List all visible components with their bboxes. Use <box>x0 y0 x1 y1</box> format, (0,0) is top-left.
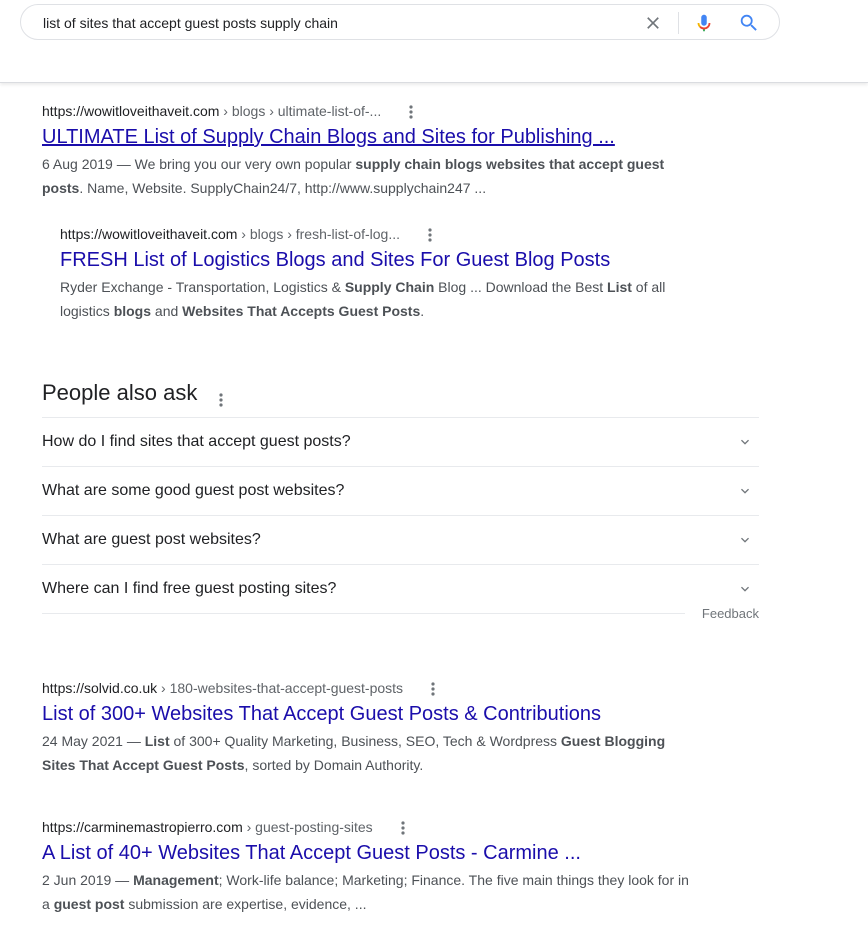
snippet-text: , sorted by Domain Authority. <box>244 757 424 773</box>
search-result: https://solvid.co.uk › 180-websites-that… <box>42 678 672 777</box>
search-input[interactable] <box>43 13 623 33</box>
more-options-icon[interactable] <box>425 681 441 697</box>
result-breadcrumb: › 180-websites-that-accept-guest-posts <box>157 680 404 696</box>
paa-question-text: How do I find sites that accept guest po… <box>42 433 351 450</box>
result-snippet: 6 Aug 2019 — We bring you our very own p… <box>42 152 692 200</box>
more-options-icon[interactable] <box>395 820 411 836</box>
search-result-indented: https://wowitloveithaveit.com › blogs › … <box>60 224 700 323</box>
snippet-highlight: Websites That Accepts Guest Posts <box>182 303 421 319</box>
more-options-icon[interactable] <box>422 227 438 243</box>
result-snippet: 24 May 2021 — List of 300+ Quality Marke… <box>42 729 672 777</box>
paa-question-text: What are guest post websites? <box>42 531 261 548</box>
snippet-highlight: Management <box>133 872 219 888</box>
paa-question[interactable]: Where can I find free guest posting site… <box>42 564 759 613</box>
search-header <box>0 0 868 83</box>
result-title-link[interactable]: A List of 40+ Websites That Accept Guest… <box>42 840 692 866</box>
paa-question-text: What are some good guest post websites? <box>42 482 345 499</box>
result-breadcrumb: › guest-posting-sites <box>242 819 373 835</box>
result-domain: https://solvid.co.uk <box>42 680 158 696</box>
result-snippet: 2 Jun 2019 — Management; Work-life balan… <box>42 868 692 916</box>
paa-footer: Feedback <box>42 606 759 638</box>
snippet-text: and <box>151 303 183 319</box>
microphone-icon <box>697 14 711 32</box>
more-options-icon[interactable] <box>213 386 229 407</box>
search-result: https://carminemastropierro.com › guest-… <box>42 817 692 916</box>
close-icon <box>647 17 659 29</box>
result-breadcrumb: › blogs › ultimate-list-of-... <box>219 103 382 119</box>
snippet-highlight: List <box>144 733 170 749</box>
snippet-highlight: blogs <box>113 303 152 319</box>
chevron-down-icon <box>741 488 749 494</box>
result-url[interactable]: https://carminemastropierro.com › guest-… <box>42 817 692 837</box>
snippet-highlight: List <box>607 279 632 295</box>
result-title-link[interactable]: ULTIMATE List of Supply Chain Blogs and … <box>42 124 692 150</box>
snippet-text: . <box>420 303 425 319</box>
snippet-text: Ryder Exchange - Transportation, Logisti… <box>60 279 345 295</box>
voice-search-button[interactable] <box>693 12 715 34</box>
search-box-divider <box>678 12 679 34</box>
chevron-down-icon <box>741 537 749 543</box>
snippet-text: submission are expertise, evidence, ... <box>124 896 367 912</box>
snippet-highlight: Supply Chain <box>344 279 435 295</box>
search-box <box>20 4 780 40</box>
snippet-text: . Name, Website. SupplyChain24/7, http:/… <box>79 180 487 196</box>
people-also-ask-heading: People also ask <box>42 378 759 408</box>
search-icon <box>740 14 757 31</box>
result-url[interactable]: https://wowitloveithaveit.com › blogs › … <box>60 224 700 244</box>
paa-question-text: Where can I find free guest posting site… <box>42 580 337 597</box>
result-snippet: Ryder Exchange - Transportation, Logisti… <box>60 275 700 323</box>
result-domain: https://carminemastropierro.com <box>42 819 243 835</box>
paa-question[interactable]: What are guest post websites? <box>42 515 759 564</box>
clear-search-button[interactable] <box>643 13 663 33</box>
result-title-link[interactable]: FRESH List of Logistics Blogs and Sites … <box>60 247 700 273</box>
search-submit-button[interactable] <box>738 12 760 34</box>
chevron-down-icon <box>741 586 749 592</box>
result-url[interactable]: https://solvid.co.uk › 180-websites-that… <box>42 678 672 698</box>
snippet-text: Blog ... Download the Best <box>434 279 608 295</box>
paa-question[interactable]: What are some good guest post websites? <box>42 466 759 515</box>
people-also-ask-title: People also ask <box>42 380 198 405</box>
paa-question[interactable]: How do I find sites that accept guest po… <box>42 417 759 466</box>
snippet-text: of 300+ Quality Marketing, Business, SEO… <box>169 733 561 749</box>
result-url[interactable]: https://wowitloveithaveit.com › blogs › … <box>42 101 692 121</box>
result-title-link[interactable]: List of 300+ Websites That Accept Guest … <box>42 701 672 727</box>
feedback-link[interactable]: Feedback <box>702 606 759 621</box>
more-options-icon[interactable] <box>403 104 419 120</box>
result-domain: https://wowitloveithaveit.com <box>60 226 238 242</box>
snippet-text: 2 Jun 2019 — <box>42 872 134 888</box>
snippet-text: 6 Aug 2019 — We bring you our very own p… <box>42 156 356 172</box>
search-result: https://wowitloveithaveit.com › blogs › … <box>42 101 692 200</box>
snippet-text: 24 May 2021 — <box>42 733 145 749</box>
chevron-down-icon <box>741 439 749 445</box>
people-also-ask: People also ask How do I find sites that… <box>42 378 759 638</box>
result-breadcrumb: › blogs › fresh-list-of-log... <box>237 226 401 242</box>
snippet-highlight: guest post <box>53 896 125 912</box>
result-domain: https://wowitloveithaveit.com <box>42 103 220 119</box>
